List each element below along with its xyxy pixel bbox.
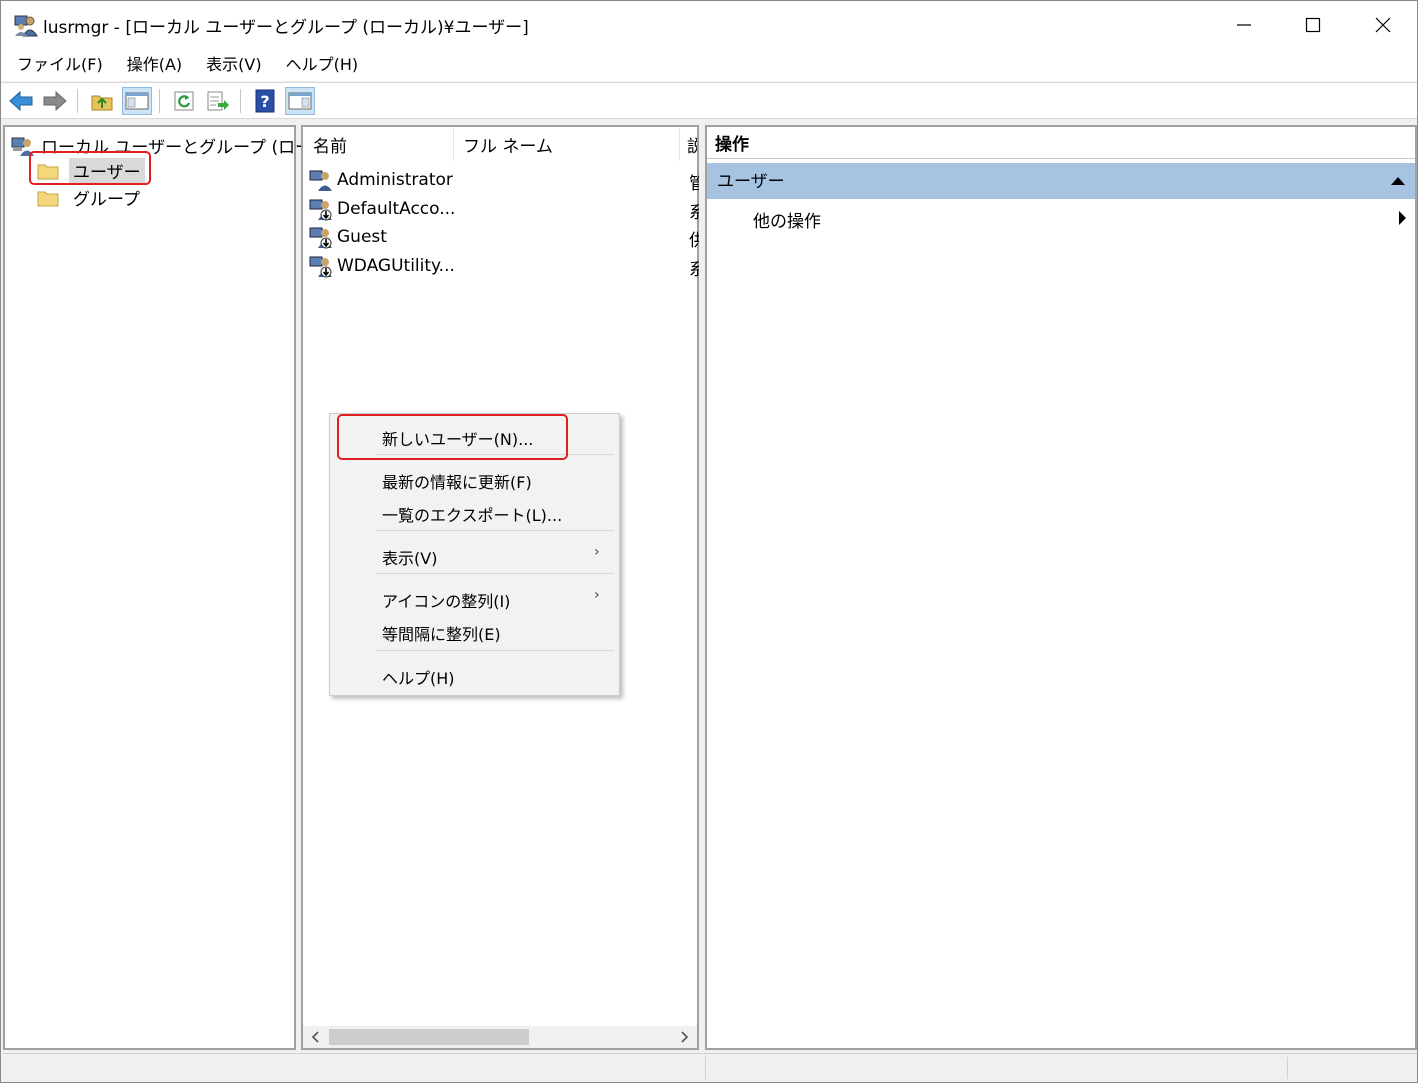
- back-button[interactable]: [6, 87, 36, 115]
- users-app-icon: [14, 15, 38, 37]
- folder-icon: [37, 191, 59, 206]
- submenu-triangle-icon: [1399, 211, 1406, 225]
- submenu-chevron-icon: ›: [594, 587, 600, 603]
- user-description: 管: [689, 174, 699, 194]
- close-button[interactable]: [1348, 1, 1418, 49]
- submenu-chevron-icon: ›: [594, 544, 600, 560]
- tree-node-groups[interactable]: グループ: [37, 185, 144, 210]
- show-hide-action-pane-button[interactable]: [285, 87, 315, 115]
- context-menu-export-list[interactable]: 一覧のエクスポート(L)...: [382, 502, 562, 526]
- action-more-actions[interactable]: 他の操作: [753, 207, 821, 232]
- minimize-icon: [1237, 24, 1251, 26]
- show-hide-tree-icon: [125, 92, 149, 110]
- tree-pane: ローカル ユーザーとグループ (ローカル) ユーザー グループ: [3, 125, 353, 1050]
- help-icon: ?: [255, 89, 275, 113]
- up-one-level-button[interactable]: [87, 87, 117, 115]
- context-menu: 新しいユーザー(N)... 最新の情報に更新(F) 一覧のエクスポート(L)..…: [329, 413, 620, 696]
- menu-file[interactable]: ファイル(F): [5, 49, 115, 81]
- toolbar-separator: [77, 89, 78, 113]
- chevron-left-icon: [311, 1031, 319, 1043]
- list-row[interactable]: DefaultAcco...: [309, 195, 455, 223]
- user-description: 系: [689, 203, 699, 223]
- tree-node-label: ユーザー: [69, 158, 145, 183]
- scroll-right-button[interactable]: [673, 1026, 695, 1048]
- context-menu-view[interactable]: 表示(V): [382, 545, 437, 569]
- minimize-button[interactable]: [1209, 1, 1279, 49]
- folder-icon: [37, 164, 59, 179]
- action-pane: 操作 ユーザー 他の操作: [705, 125, 1417, 1050]
- user-description: 系: [689, 260, 699, 280]
- maximize-icon: [1305, 17, 1321, 33]
- show-hide-action-pane-icon: [288, 92, 312, 110]
- forward-button[interactable]: [40, 87, 70, 115]
- menu-separator: [376, 530, 614, 531]
- status-divider: [705, 1057, 706, 1079]
- chevron-right-icon: [681, 1031, 689, 1043]
- up-folder-icon: [91, 95, 113, 111]
- action-section-label: ユーザー: [717, 172, 785, 192]
- maximize-button[interactable]: [1278, 1, 1348, 49]
- list-row[interactable]: Administrator: [309, 166, 453, 194]
- show-hide-tree-button[interactable]: [122, 87, 152, 115]
- horizontal-scrollbar[interactable]: [303, 1026, 697, 1048]
- svg-text:?: ?: [260, 92, 269, 111]
- menu-bar: ファイル(F) 操作(A) 表示(V) ヘルプ(H): [1, 49, 1417, 81]
- user-name: Guest: [337, 227, 387, 247]
- list-row[interactable]: WDAGUtility...: [309, 252, 455, 280]
- scrollbar-thumb[interactable]: [329, 1029, 529, 1045]
- forward-arrow-icon: [43, 90, 67, 112]
- close-icon: [1375, 17, 1391, 33]
- context-menu-line-up-icons[interactable]: 等間隔に整列(E): [382, 621, 501, 645]
- disabled-user-icon: [309, 256, 332, 278]
- menu-view[interactable]: 表示(V): [194, 49, 273, 81]
- tree-node-users[interactable]: ユーザー: [37, 158, 145, 183]
- local-users-groups-icon: [11, 137, 34, 156]
- column-header-description[interactable]: 説: [679, 127, 697, 161]
- context-menu-help[interactable]: ヘルプ(H): [382, 665, 455, 689]
- toolbar-separator: [159, 89, 160, 113]
- user-icon: [309, 170, 332, 191]
- column-header-name[interactable]: 名前: [303, 127, 453, 161]
- menu-separator: [376, 650, 614, 651]
- user-name: WDAGUtility...: [337, 256, 455, 276]
- list-row[interactable]: Guest: [309, 223, 387, 251]
- action-section-users[interactable]: ユーザー: [707, 163, 1415, 199]
- refresh-icon: [174, 91, 194, 111]
- export-list-icon: [207, 91, 229, 111]
- export-list-button[interactable]: [203, 87, 233, 115]
- menu-action[interactable]: 操作(A): [115, 49, 194, 81]
- user-name: Administrator: [337, 170, 453, 190]
- scroll-left-button[interactable]: [305, 1026, 327, 1048]
- action-pane-header: 操作: [707, 127, 1415, 159]
- disabled-user-icon: [309, 227, 332, 249]
- tree-node-label: グループ: [73, 190, 140, 210]
- status-bar: [3, 1053, 1417, 1081]
- back-arrow-icon: [9, 90, 33, 112]
- window-title: lusrmgr - [ローカル ユーザーとグループ (ローカル)¥ユーザー]: [43, 18, 529, 38]
- column-header-fullname[interactable]: フル ネーム: [453, 127, 679, 161]
- context-menu-arrange-icons[interactable]: アイコンの整列(I): [382, 588, 510, 612]
- menu-help[interactable]: ヘルプ(H): [274, 49, 371, 81]
- window: lusrmgr - [ローカル ユーザーとグループ (ローカル)¥ユーザー] フ…: [0, 0, 1418, 1083]
- context-menu-new-user[interactable]: 新しいユーザー(N)...: [382, 426, 533, 450]
- disabled-user-icon: [309, 199, 332, 221]
- user-description: 供: [689, 231, 699, 251]
- status-divider: [1287, 1057, 1288, 1079]
- menu-separator: [376, 573, 614, 574]
- toolbar-separator: [240, 89, 241, 113]
- toolbar: ?: [1, 82, 1417, 119]
- user-name: DefaultAcco...: [337, 199, 456, 219]
- title-bar: lusrmgr - [ローカル ユーザーとグループ (ローカル)¥ユーザー]: [1, 1, 1417, 49]
- help-button[interactable]: ?: [250, 87, 280, 115]
- refresh-button[interactable]: [169, 87, 199, 115]
- collapse-triangle-icon[interactable]: [1391, 177, 1405, 185]
- context-menu-refresh[interactable]: 最新の情報に更新(F): [382, 469, 532, 493]
- menu-separator: [376, 454, 614, 455]
